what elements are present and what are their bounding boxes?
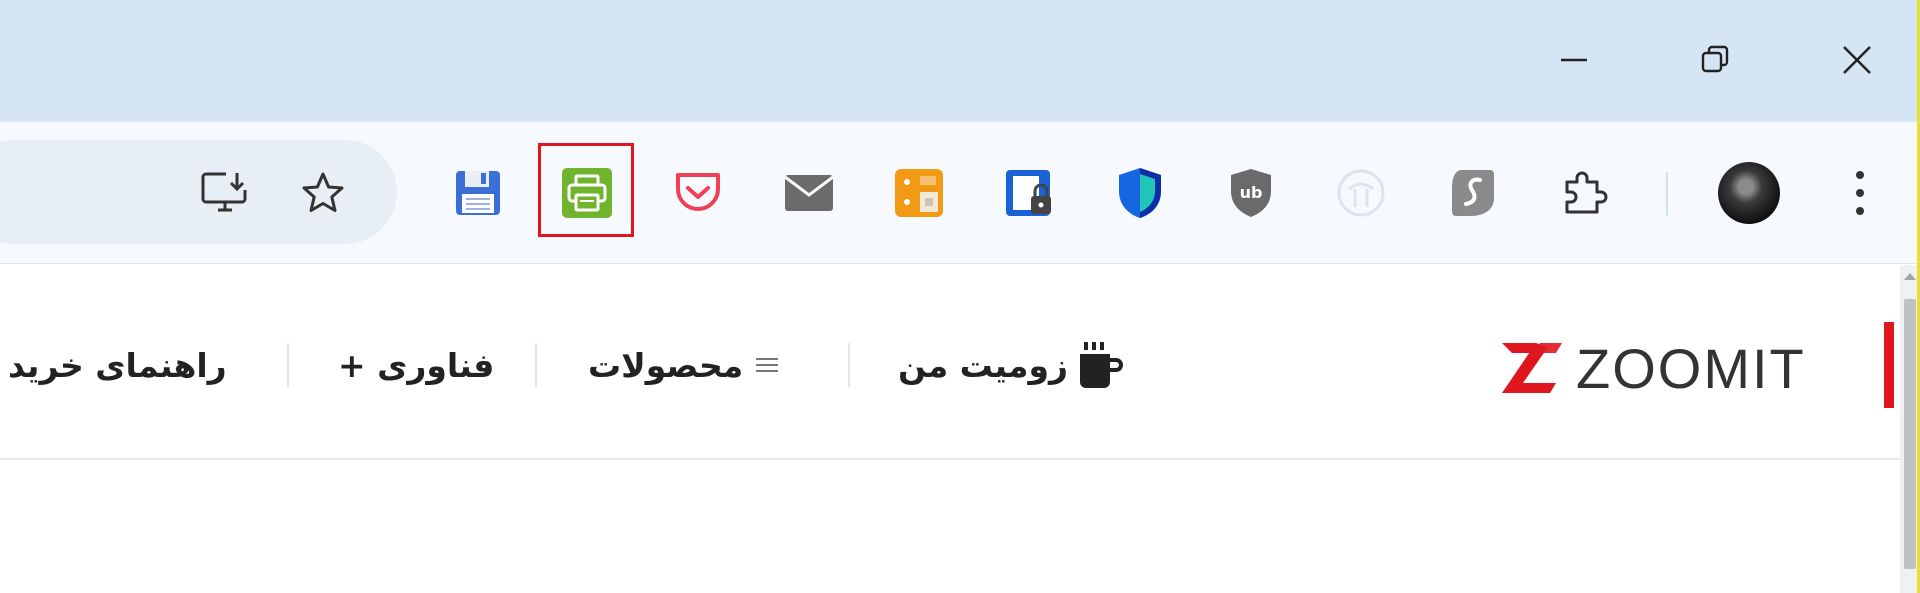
- minimize-icon: [1561, 58, 1587, 62]
- nav-products[interactable]: محصولات: [588, 335, 779, 395]
- browser-title-bar: [0, 0, 1920, 122]
- restore-icon: [1701, 45, 1729, 73]
- site-header: ZOOMIT زومیت من محصولات + فناوری راهنمای…: [0, 265, 1900, 460]
- web-page: ZOOMIT زومیت من محصولات + فناوری راهنمای…: [0, 265, 1920, 593]
- nav-label-technology: + فناوری: [338, 345, 495, 385]
- nav-buying-guide[interactable]: راهنمای خرید: [8, 335, 227, 395]
- more-vert-icon: [1856, 171, 1864, 215]
- browser-toolbar: ub: [0, 122, 1920, 264]
- orange-grid-icon: [895, 169, 943, 217]
- nav-divider: [848, 343, 850, 387]
- profile-avatar[interactable]: [1718, 162, 1780, 224]
- install-app-icon: [201, 172, 247, 212]
- extension-shield[interactable]: [1107, 160, 1173, 226]
- logo-text: ZOOMIT: [1576, 336, 1806, 400]
- extension-pocket[interactable]: [665, 160, 731, 226]
- extension-lock-card[interactable]: [996, 160, 1062, 226]
- bookmark-star-icon: [302, 172, 344, 212]
- blue-lock-card-icon: [1006, 170, 1051, 216]
- extensions-menu-button[interactable]: [1551, 160, 1617, 226]
- nav-label-products: محصولات: [588, 345, 744, 385]
- nav-label-my-zoomit: زومیت من: [898, 345, 1068, 385]
- surfshark-icon: [1452, 170, 1494, 216]
- minimize-button[interactable]: [1541, 30, 1607, 90]
- brand-accent-bar: [1884, 322, 1894, 408]
- extension-print[interactable]: [554, 160, 620, 226]
- nav-technology[interactable]: + فناوری: [338, 335, 494, 395]
- site-logo[interactable]: ZOOMIT: [1492, 336, 1806, 400]
- scroll-thumb[interactable]: [1904, 299, 1916, 569]
- restore-button[interactable]: [1683, 30, 1749, 90]
- nav-divider: [535, 343, 537, 387]
- scroll-up-arrow-icon[interactable]: [1904, 273, 1916, 280]
- faint-ghost-icon: [1337, 169, 1385, 217]
- install-app-button[interactable]: [192, 160, 258, 226]
- pocket-icon: [676, 173, 720, 211]
- nav-label-buying-guide: راهنمای خرید: [8, 345, 227, 385]
- nav-divider: [287, 343, 289, 387]
- zoomit-z-icon: [1502, 343, 1562, 393]
- ublock-origin-icon: ub: [1231, 169, 1271, 217]
- extension-grid[interactable]: [886, 160, 952, 226]
- close-button[interactable]: [1824, 30, 1890, 90]
- mug-icon: [1079, 342, 1123, 388]
- browser-menu-button[interactable]: [1827, 160, 1893, 226]
- extension-surfshark[interactable]: [1440, 160, 1506, 226]
- extension-save[interactable]: [445, 160, 511, 226]
- extension-ublock[interactable]: ub: [1218, 160, 1284, 226]
- puzzle-extensions-icon: [1565, 171, 1608, 214]
- printer-icon: [562, 168, 612, 218]
- extension-mail[interactable]: [776, 160, 842, 226]
- shield-guard-icon: [1119, 168, 1161, 218]
- toolbar-separator: [1666, 172, 1668, 216]
- floppy-save-icon: [456, 171, 500, 215]
- menu-lines-icon: [756, 358, 779, 372]
- nav-my-zoomit[interactable]: زومیت من: [898, 335, 1124, 395]
- close-icon: [1843, 46, 1871, 74]
- svg-text:ub: ub: [1240, 183, 1263, 202]
- mail-icon: [784, 175, 834, 211]
- bookmark-star-button[interactable]: [290, 160, 356, 226]
- extension-faint[interactable]: [1328, 160, 1394, 226]
